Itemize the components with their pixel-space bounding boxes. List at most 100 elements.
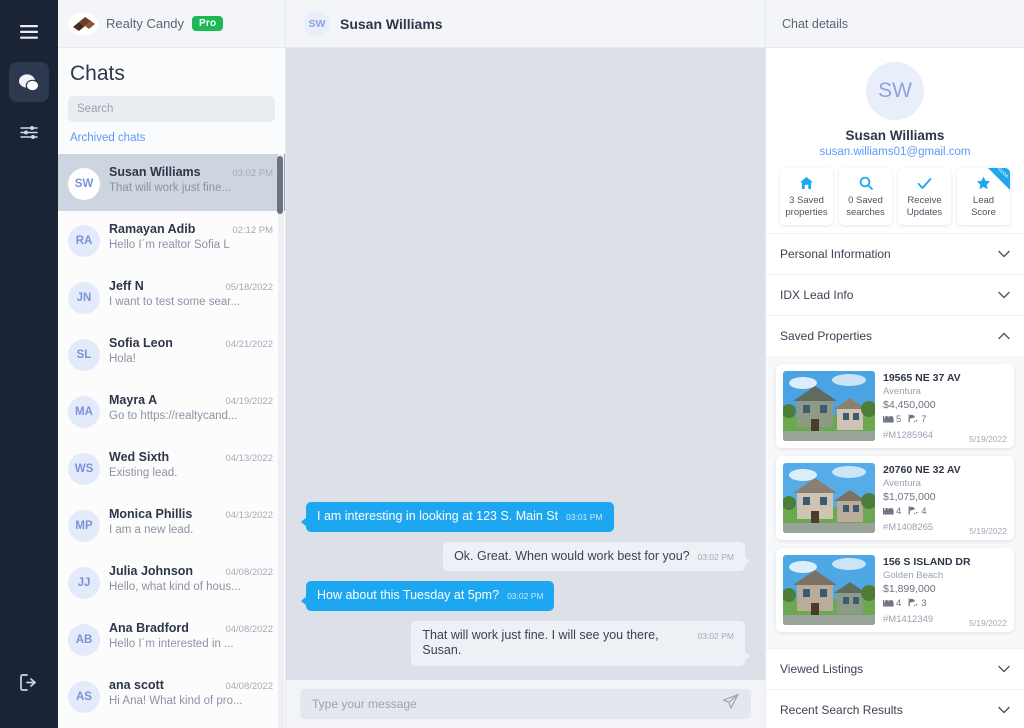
avatar: AB	[68, 624, 100, 656]
bath-icon	[908, 598, 919, 610]
property-beds: 4	[883, 506, 901, 518]
message-list: I am interesting in looking at 123 S. Ma…	[286, 48, 765, 680]
conversation-header: SW Susan Williams	[286, 0, 765, 48]
property-price: $1,899,000	[883, 582, 936, 595]
bed-icon	[883, 414, 894, 426]
list-item-preview: Hello I´m realtor Sofia L	[109, 239, 230, 251]
message-time: 03:01 PM	[566, 511, 603, 522]
left-nav-rail	[0, 0, 58, 728]
avatar: MA	[68, 396, 100, 428]
property-price: $1,075,000	[883, 490, 936, 503]
beds-count: 5	[896, 414, 902, 426]
message-input[interactable]	[312, 697, 714, 711]
property-card[interactable]: 19565 NE 37 AV Aventura $4,450,000 5 7 #M1285…	[776, 363, 1014, 448]
list-item[interactable]: AB Ana Bradford 04/08/2022 Hello I´m intere…	[58, 610, 285, 667]
logout-icon[interactable]	[9, 662, 49, 702]
stat-label: Receive	[907, 195, 942, 206]
search-input[interactable]	[68, 96, 275, 122]
contact-profile: SW Susan Williams susan.williams01@gmail…	[766, 48, 1024, 233]
accordion-label: Recent Search Results	[780, 702, 903, 717]
accordion-label: Viewed Listings	[780, 661, 864, 676]
chevron-down-icon[interactable]	[998, 286, 1010, 304]
beds-count: 4	[896, 598, 902, 610]
property-city: Golden Beach	[883, 569, 944, 581]
list-item-name: Ana Bradford	[109, 621, 189, 635]
list-item[interactable]: JN Jeff N 05/18/2022 I want to test some se…	[58, 268, 285, 325]
accordion-header[interactable]: Personal Information	[766, 234, 1024, 274]
message-text: I am interesting in looking at 123 S. Ma…	[317, 508, 559, 523]
stat-card[interactable]: Lead Score Soon	[957, 168, 1010, 225]
accordion-header[interactable]: Recent Search Results	[766, 690, 1024, 728]
contact-name: Susan Williams	[845, 128, 945, 143]
message-bubble: I am interesting in looking at 123 S. Ma…	[301, 501, 614, 532]
property-beds: 5	[883, 414, 901, 426]
accordion-label: IDX Lead Info	[780, 287, 854, 302]
list-item-name: Julia Johnson	[109, 564, 194, 578]
accordion-section: Recent Search Results	[766, 688, 1024, 728]
brand-header: Realty Candy Pro	[58, 0, 285, 48]
send-paper-plane-icon[interactable]	[722, 693, 739, 715]
property-thumbnail	[783, 370, 875, 441]
list-item[interactable]: WS Wed Sixth 04/13/2022 Existing lead.	[58, 439, 285, 496]
list-item-preview: Hi Ana! What kind of pro...	[109, 695, 243, 707]
stat-label: Lead	[972, 195, 995, 206]
chat-list-scrollbar-thumb[interactable]	[277, 156, 283, 214]
list-item[interactable]: JJ Julia Johnson 04/08/2022 Hello, what kin…	[58, 553, 285, 610]
chevron-down-icon[interactable]	[998, 245, 1010, 263]
accordion-section: Personal Information	[766, 232, 1024, 274]
property-card[interactable]: 20760 NE 32 AV Aventura $1,075,000 4 4 #M1408…	[776, 455, 1014, 540]
property-thumbnail	[783, 554, 875, 625]
stat-label: 3 Saved	[789, 195, 824, 206]
stat-card[interactable]: 0 Saved searches	[839, 168, 892, 225]
brand-name: Realty Candy	[106, 16, 185, 31]
list-item-name: Monica Phillis	[109, 507, 193, 521]
list-item-time: 02:12 PM	[232, 225, 273, 236]
accordion-sections: Personal Information IDX Lead Info Saved P…	[766, 232, 1024, 728]
avatar: AS	[68, 681, 100, 713]
list-item-name: Susan Williams	[109, 165, 201, 179]
list-item[interactable]: RA Ramayan Adib 02:12 PM Hello I´m realtor …	[58, 211, 285, 268]
sidebar-item-settings[interactable]	[9, 112, 49, 152]
chevron-down-icon[interactable]	[998, 701, 1010, 719]
hamburger-menu-icon[interactable]	[9, 12, 49, 52]
pro-badge: Pro	[192, 16, 224, 31]
search-icon	[841, 175, 890, 191]
property-card[interactable]: 156 S ISLAND DR Golden Beach $1,899,000 4 3 #…	[776, 547, 1014, 632]
avatar: JJ	[68, 567, 100, 599]
details-body: SW Susan Williams susan.williams01@gmail…	[766, 48, 1024, 728]
stat-card[interactable]: Receive Updates	[898, 168, 951, 225]
list-item-preview: Hello I´m interested in ...	[109, 638, 234, 650]
accordion-header[interactable]: Saved Properties	[766, 316, 1024, 356]
stat-card[interactable]: 3 Saved properties	[780, 168, 833, 225]
contact-email[interactable]: susan.williams01@gmail.com	[780, 146, 1010, 158]
stat-cards: 3 Saved properties 0 Saved searches Receive U…	[780, 168, 1010, 225]
conversation-panel: SW Susan Williams I am interesting in lo…	[286, 0, 765, 728]
composer-box[interactable]	[300, 689, 751, 719]
list-item[interactable]: SW Susan Williams 03:02 PM That will work j…	[58, 154, 285, 211]
sidebar-item-chats[interactable]	[9, 62, 49, 102]
chevron-down-icon[interactable]	[998, 660, 1010, 678]
list-item[interactable]: SL Sofia Leon 04/21/2022 Hola!	[58, 325, 285, 382]
bed-icon	[883, 506, 894, 518]
list-item[interactable]: MA Mayra A 04/19/2022 Go to https://realtyc…	[58, 382, 285, 439]
chat-list-scrollbar-track[interactable]	[277, 154, 284, 728]
archived-chats-link[interactable]: Archived chats	[58, 132, 285, 154]
property-date: 5/19/2022	[969, 617, 1007, 628]
list-item[interactable]: MP Monica Phillis 04/13/2022 I am a new lea…	[58, 496, 285, 553]
list-item[interactable]: AS ana scott 04/08/2022 Hi Ana! What kind o…	[58, 667, 285, 724]
message-bubble: Ok. Great. When would work best for you?…	[443, 541, 750, 572]
accordion-header[interactable]: IDX Lead Info	[766, 275, 1024, 315]
property-date: 5/19/2022	[969, 525, 1007, 536]
check-icon	[900, 175, 949, 191]
list-item-name: Mayra A	[109, 393, 158, 407]
avatar: SW	[866, 62, 924, 120]
chevron-up-icon[interactable]	[998, 327, 1010, 345]
stat-label: searches	[846, 206, 885, 218]
accordion-header[interactable]: Viewed Listings	[766, 649, 1024, 689]
property-address: 156 S ISLAND DR	[883, 555, 971, 568]
bath-icon	[908, 414, 919, 426]
message-text: How about this Tuesday at 5pm?	[317, 588, 500, 603]
avatar: JN	[68, 282, 100, 314]
list-item-preview: Existing lead.	[109, 467, 178, 479]
stat-label: properties	[785, 206, 828, 218]
